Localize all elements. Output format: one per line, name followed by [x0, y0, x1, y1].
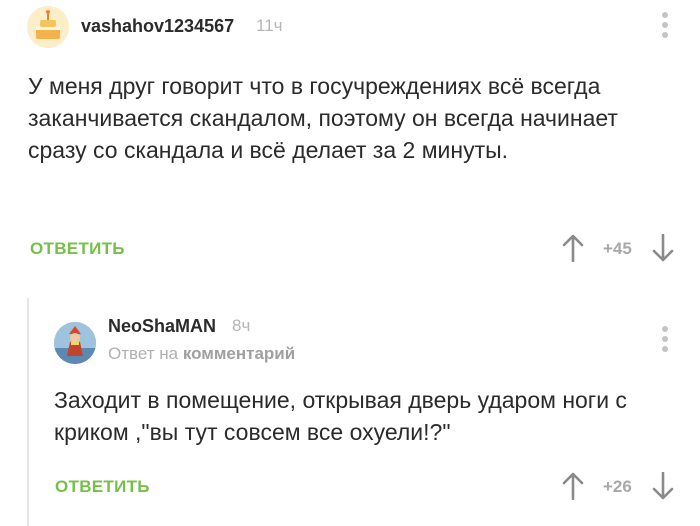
reply-to-prefix: Ответ на	[108, 344, 179, 363]
comment-text: Заходит в помещение, открывая дверь удар…	[54, 387, 627, 445]
rating: +26	[603, 477, 632, 496]
username[interactable]: vashahov1234567	[81, 16, 234, 37]
arrow-down-icon[interactable]	[652, 472, 674, 500]
shaman-avatar-icon	[54, 322, 96, 364]
reply-to-target[interactable]: комментарий	[183, 344, 295, 363]
reply-button[interactable]: ОТВЕТИТЬ	[30, 239, 125, 259]
avatar[interactable]	[54, 322, 96, 364]
cake-avatar-icon	[27, 6, 69, 48]
reply-comment: NeoShaMAN 8ч Ответ на комментарий Заходи…	[27, 298, 700, 526]
arrow-up-icon[interactable]	[562, 472, 584, 500]
more-vertical-icon[interactable]	[657, 326, 673, 352]
arrow-up-icon[interactable]	[562, 234, 584, 262]
rating: +45	[603, 239, 632, 258]
reply-button[interactable]: ОТВЕТИТЬ	[55, 477, 150, 497]
more-vertical-icon[interactable]	[657, 12, 673, 38]
comment-text: У меня друг говорит что в госучреждениях…	[28, 73, 618, 163]
arrow-down-icon[interactable]	[652, 234, 674, 262]
reply-to-link[interactable]: Ответ на комментарий	[108, 344, 295, 364]
comment-time: 8ч	[232, 316, 251, 335]
comment-time: 11ч	[256, 16, 283, 35]
username[interactable]: NeoShaMAN	[108, 316, 216, 337]
avatar[interactable]	[27, 6, 69, 48]
